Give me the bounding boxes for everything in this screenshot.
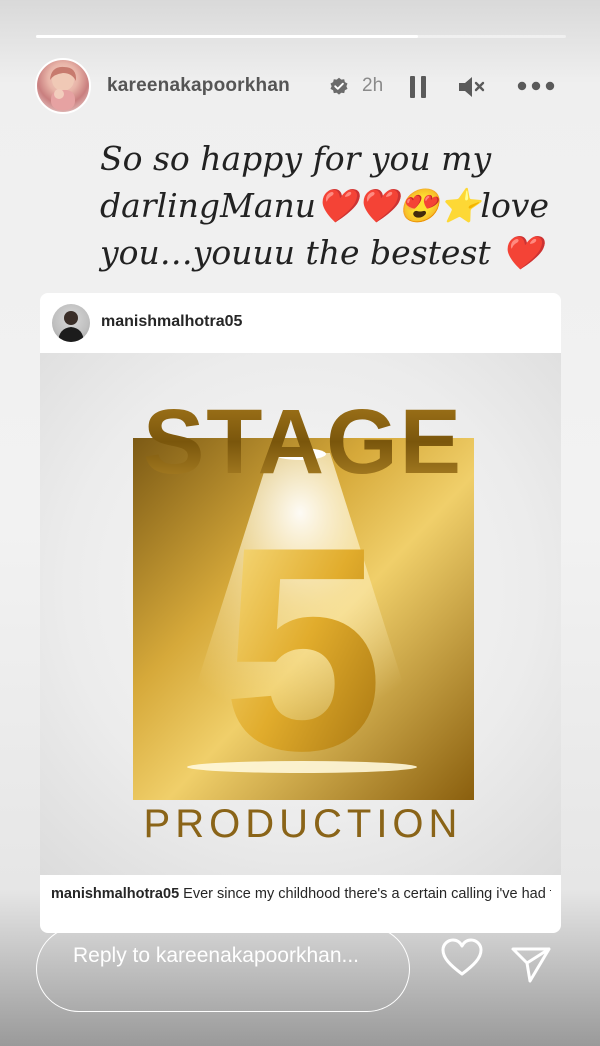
story-caption-text: So so happy for you my darlingManu❤️❤️😍⭐…	[100, 135, 560, 276]
story-avatar[interactable]	[35, 58, 91, 114]
reply-input[interactable]: Reply to kareenakapoorkhan...	[36, 926, 410, 1012]
story-timestamp: 2h	[362, 75, 384, 96]
caption-line: you…youuu the bestest ❤️	[100, 233, 543, 272]
more-options-icon[interactable]	[517, 80, 555, 92]
poster-production-text: PRODUCTION	[144, 802, 463, 846]
story-username[interactable]: kareenakapoorkhan	[107, 75, 290, 97]
shared-post-header: manishmalhotra05	[40, 293, 561, 353]
heart-icon[interactable]	[440, 937, 484, 977]
story-progress-fill	[36, 35, 418, 38]
send-icon[interactable]	[510, 944, 552, 984]
story-header: kareenakapoorkhan 2h	[35, 58, 565, 116]
caption-line: darlingManu❤️❤️😍⭐love	[100, 186, 549, 225]
story-viewer: kareenakapoorkhan 2h So so happy for you…	[0, 0, 600, 1046]
shared-post-avatar[interactable]	[52, 304, 90, 342]
reply-placeholder: Reply to kareenakapoorkhan...	[73, 944, 360, 967]
shared-post-username[interactable]: manishmalhotra05	[101, 313, 242, 331]
story-progress-bar	[36, 35, 566, 38]
shared-post-caption: manishmalhotra05 Ever since my childhood…	[51, 884, 551, 905]
shared-post-caption-text: Ever since my childhood there's a certai…	[183, 886, 551, 902]
shared-post-caption-user[interactable]: manishmalhotra05	[51, 886, 179, 902]
stage5-poster-image: STAGE 5 PRODUCTION	[40, 353, 561, 875]
pause-icon[interactable]	[408, 75, 428, 99]
shared-post-card[interactable]: manishmalhotra05 STAGE 5 PRODUCTION mani…	[40, 293, 561, 933]
poster-stage-text: STAGE	[143, 391, 463, 493]
verified-badge-icon	[330, 77, 348, 95]
volume-muted-icon[interactable]	[457, 74, 487, 100]
stage5-production-logo: STAGE 5 PRODUCTION	[133, 391, 474, 846]
caption-line: So so happy for you my	[100, 139, 492, 178]
